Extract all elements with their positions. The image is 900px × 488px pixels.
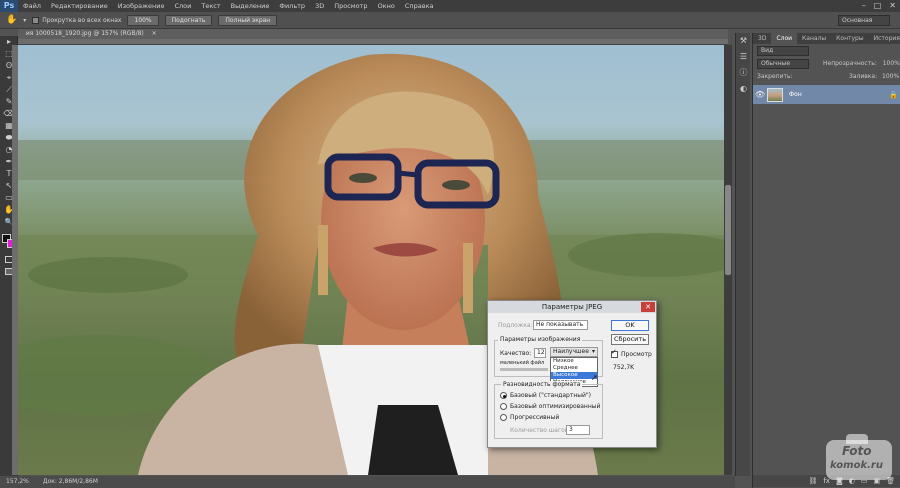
- quality-label: Качество:: [500, 350, 532, 357]
- layers-panel: 3D Слои Каналы Контуры История Вид Обычн…: [752, 33, 900, 488]
- format-progressive-label: Прогрессивный: [510, 414, 560, 421]
- panel-tabs: 3D Слои Каналы Контуры История: [753, 33, 900, 44]
- menu-window[interactable]: Окно: [373, 2, 400, 10]
- tab-paths[interactable]: Контуры: [831, 33, 868, 44]
- kind-filter-select[interactable]: Вид: [757, 46, 809, 56]
- workspace-select[interactable]: Основная: [838, 15, 890, 26]
- blend-mode-select[interactable]: Обычные: [757, 59, 809, 69]
- tab-3d[interactable]: 3D: [753, 33, 771, 44]
- tool-preset-arrow-icon[interactable]: ▾: [23, 17, 26, 24]
- fit-screen-button[interactable]: Подогнать: [164, 14, 213, 26]
- menu-filter[interactable]: Фильтр: [274, 2, 310, 10]
- menu-edit[interactable]: Редактирование: [46, 2, 113, 10]
- menu-bar: Ps Файл Редактирование Изображение Слои …: [0, 0, 900, 12]
- menu-layer[interactable]: Слои: [169, 2, 196, 10]
- window-controls: – □ ✕: [862, 1, 896, 11]
- history-icon[interactable]: ☰: [736, 49, 751, 65]
- dropdown-arrow-icon: ▾: [591, 348, 595, 355]
- scroll-all-label: Прокрутка во всех окнах: [42, 16, 122, 24]
- preview-label: Просмотр: [621, 351, 652, 358]
- menu-view[interactable]: Просмотр: [329, 2, 372, 10]
- menu-select[interactable]: Выделение: [226, 2, 275, 10]
- format-options-label: Разновидность формата: [501, 381, 583, 388]
- fill-label: Заливка:: [849, 73, 878, 80]
- image-options-label: Параметры изображения: [498, 336, 583, 343]
- ok-button[interactable]: OK: [611, 320, 649, 331]
- quality-select[interactable]: Наилучшее ▾: [550, 347, 598, 357]
- document-tab-close-icon[interactable]: ×: [152, 30, 157, 37]
- tab-layers[interactable]: Слои: [771, 33, 798, 44]
- tool-presets-icon[interactable]: ⚒: [736, 33, 751, 49]
- radio-progressive[interactable]: [500, 414, 507, 421]
- document-size: Док: 2,86M/2,86M: [42, 478, 98, 485]
- format-baseline-label: Базовый ("стандартный"): [510, 392, 592, 399]
- scroll-all-checkbox[interactable]: [32, 16, 40, 24]
- vertical-scrollbar[interactable]: [724, 45, 732, 475]
- opacity-control: Непрозрачность: 100%: [823, 58, 900, 69]
- link-icon[interactable]: ⛓: [808, 477, 817, 485]
- file-size-value: 752,7K: [613, 364, 635, 371]
- lock-label: Закрепить:: [757, 73, 793, 80]
- watermark-lens-shape: [846, 434, 868, 444]
- dialog-close-button[interactable]: ✕: [641, 302, 655, 312]
- quality-input[interactable]: 12: [534, 348, 546, 358]
- dialog-title: Параметры JPEG: [488, 301, 656, 313]
- layer-name: Фон: [789, 91, 802, 98]
- menu-file[interactable]: Файл: [18, 2, 46, 10]
- matte-select[interactable]: Не показывать: [533, 320, 588, 330]
- watermark-line2: komok.ru: [830, 460, 883, 471]
- minimize-icon[interactable]: –: [862, 1, 866, 11]
- menu-image[interactable]: Изображение: [113, 2, 170, 10]
- tab-channels[interactable]: Каналы: [797, 33, 831, 44]
- quality-slider[interactable]: [500, 368, 548, 371]
- format-optimized-label: Базовый оптимизированный: [510, 403, 601, 410]
- preview-checkmark-icon: ✓: [611, 348, 617, 356]
- radio-baseline-standard[interactable]: [500, 392, 507, 399]
- fill-control: Заливка: 100%: [849, 71, 900, 82]
- close-icon[interactable]: ✕: [889, 1, 896, 11]
- eye-icon[interactable]: 👁: [753, 90, 767, 99]
- tab-history[interactable]: История: [869, 33, 900, 44]
- menu-type[interactable]: Текст: [196, 2, 225, 10]
- small-file-label: маленький файл: [500, 360, 545, 366]
- scans-select[interactable]: 3: [566, 425, 590, 435]
- zoom-100-button[interactable]: 100%: [127, 14, 159, 26]
- layer-row-background[interactable]: 👁 Фон 🔒: [753, 85, 900, 104]
- site-watermark-logo: Foto komok.ru: [820, 434, 898, 486]
- watermark-line1: Foto: [842, 444, 872, 458]
- scans-label: Количество шагов:: [510, 427, 571, 434]
- photoshop-logo: Ps: [0, 0, 18, 12]
- quality-option-medium[interactable]: Среднее: [551, 365, 597, 372]
- reset-button[interactable]: Сбросить: [611, 334, 649, 345]
- layer-thumbnail: [767, 87, 783, 102]
- quality-option-low[interactable]: Низкое: [551, 358, 597, 365]
- menu-3d[interactable]: 3D: [310, 2, 329, 10]
- zoom-level[interactable]: 157,2%: [6, 476, 29, 488]
- lock-icon: 🔒: [889, 90, 898, 99]
- adjustments-icon[interactable]: ◐: [736, 81, 751, 97]
- document-tab-title: ия 1000518_1920.jpg @ 157% (RGB/8): [22, 30, 144, 37]
- document-tab[interactable]: ия 1000518_1920.jpg @ 157% (RGB/8) ×: [18, 29, 728, 39]
- opacity-value[interactable]: 100%: [883, 60, 900, 67]
- fill-screen-button[interactable]: Полный экран: [218, 14, 278, 26]
- radio-baseline-optimized[interactable]: [500, 403, 507, 410]
- panel-dock-strip: ⚒ ☰ ⓘ ◐: [735, 33, 750, 476]
- fill-value[interactable]: 100%: [882, 73, 899, 80]
- menu-help[interactable]: Справка: [400, 2, 439, 10]
- opacity-label: Непрозрачность:: [823, 60, 877, 67]
- options-bar: ✋ ▾ Прокрутка во всех окнах 100% Подогна…: [0, 12, 900, 29]
- jpeg-options-dialog: Параметры JPEG ✕ Подложка: Не показывать…: [487, 300, 657, 448]
- scrollbar-thumb[interactable]: [725, 185, 731, 275]
- mouse-cursor-icon: ➚: [591, 373, 598, 382]
- status-bar: 157,2% Док: 2,86M/2,86M: [0, 476, 735, 488]
- properties-icon[interactable]: ⓘ: [736, 65, 751, 81]
- matte-label: Подложка:: [498, 322, 533, 329]
- maximize-icon[interactable]: □: [874, 1, 882, 11]
- quality-selected-value: Наилучшее: [553, 348, 589, 355]
- hand-tool-icon[interactable]: ✋: [6, 15, 17, 25]
